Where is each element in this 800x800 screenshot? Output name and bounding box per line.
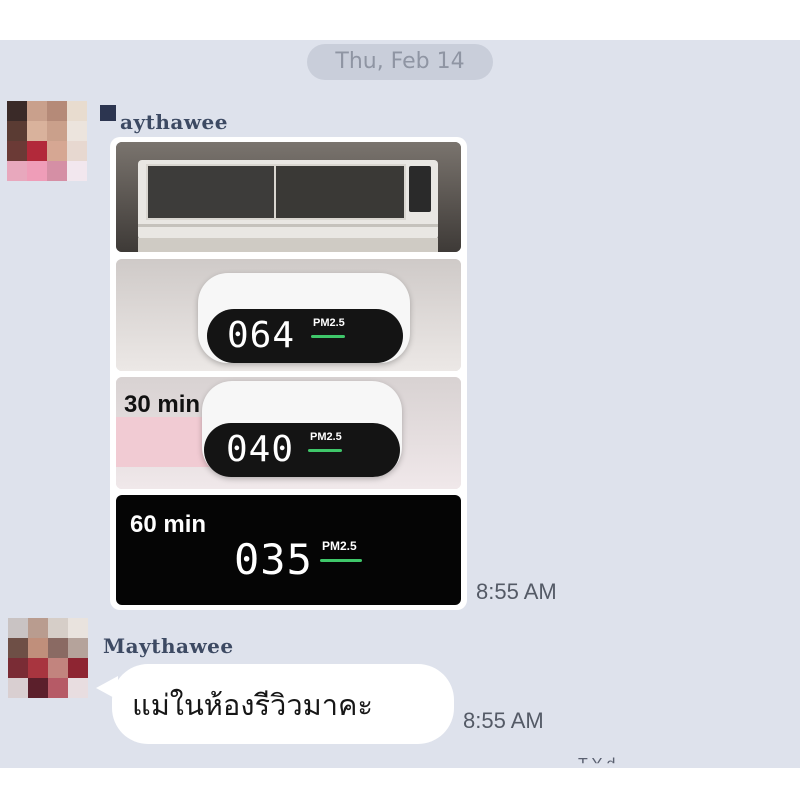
pm-indicator-bar (320, 559, 362, 562)
message-timestamp: 8:55 AM (476, 579, 557, 604)
panel-caption: 30 min (124, 391, 201, 418)
sender-avatar[interactable] (7, 101, 89, 183)
message-text: แม่ในห้องรีวิวมาคะ (132, 688, 374, 722)
pm-indicator-bar (308, 449, 342, 452)
avatar-badge (100, 105, 116, 121)
pm-reading: 064 (227, 315, 296, 356)
panel-caption: 60 min (130, 511, 207, 538)
monitor-display: 040 PM2.5 (204, 423, 400, 477)
pm-reading: 040 (226, 429, 295, 470)
text-message-bubble[interactable]: แม่ในห้องรีวิวมาคะ (112, 664, 454, 744)
monitor-display: 064 PM2.5 (207, 309, 403, 363)
photo-panel-meter-1: 064 PM2.5 (116, 259, 461, 371)
pm-label: PM2.5 (322, 539, 357, 553)
pm-label: PM2.5 (313, 317, 345, 329)
photo-message[interactable]: 064 PM2.5 040 PM2.5 30 min 60 min 035 PM… (110, 137, 467, 610)
pm-label: PM2.5 (310, 431, 342, 443)
photo-panel-meter-3: 60 min 035 PM2.5 (116, 495, 461, 605)
photo-panel-meter-2: 040 PM2.5 30 min (116, 377, 461, 489)
pm-reading: 035 (234, 535, 313, 584)
sender-name: Maythawee (103, 634, 234, 658)
sender-name: aythawee (120, 110, 228, 134)
photo-panel-air-conditioner (116, 142, 461, 252)
message-timestamp: 8:55 AM (463, 708, 544, 733)
date-separator: Thu, Feb 14 (307, 44, 493, 80)
sender-avatar[interactable] (8, 618, 90, 700)
pm-indicator-bar (311, 335, 345, 338)
bottom-bar (0, 768, 800, 800)
